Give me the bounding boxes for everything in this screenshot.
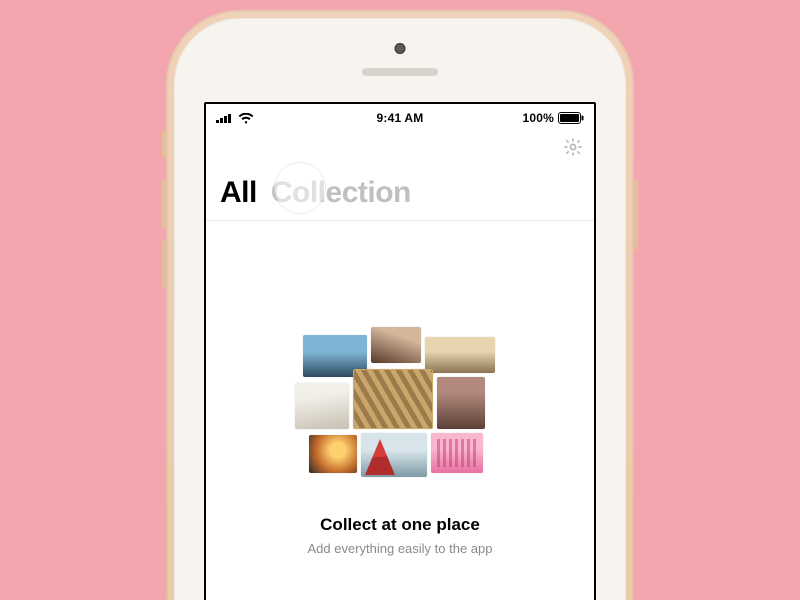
status-bar: 9:41 AM 100% (206, 104, 594, 132)
empty-state-collage (295, 327, 505, 477)
wifi-icon (238, 113, 254, 124)
gear-icon (563, 137, 583, 157)
settings-button[interactable] (562, 136, 584, 158)
battery-percent: 100% (523, 111, 555, 125)
collage-tile (425, 337, 495, 373)
empty-title: Collect at one place (320, 515, 480, 535)
mute-switch (162, 130, 166, 158)
tab-all[interactable]: All (220, 176, 257, 210)
phone-bezel: 9:41 AM 100% (174, 18, 626, 600)
collage-tile (353, 369, 433, 429)
volume-down-button (162, 240, 166, 288)
power-button (634, 180, 638, 250)
phone-device-frame: 9:41 AM 100% (166, 10, 634, 600)
collage-tile (431, 433, 483, 473)
empty-state: Collect at one place Add everything easi… (206, 221, 594, 556)
speaker-slot (362, 68, 438, 76)
screen: 9:41 AM 100% (204, 102, 596, 600)
front-camera (395, 43, 406, 54)
empty-subtitle: Add everything easily to the app (307, 541, 492, 556)
battery-icon (558, 112, 584, 124)
collage-tile (361, 433, 427, 477)
status-time: 9:41 AM (377, 111, 424, 125)
tabs-row: All Collection (206, 162, 594, 221)
collage-tile (309, 435, 357, 473)
tab-collection[interactable]: Collection (271, 176, 411, 210)
collage-tile (437, 377, 485, 429)
collage-tile (371, 327, 421, 363)
collage-tile (295, 383, 349, 429)
cellular-signal-icon (216, 113, 234, 123)
volume-up-button (162, 180, 166, 228)
